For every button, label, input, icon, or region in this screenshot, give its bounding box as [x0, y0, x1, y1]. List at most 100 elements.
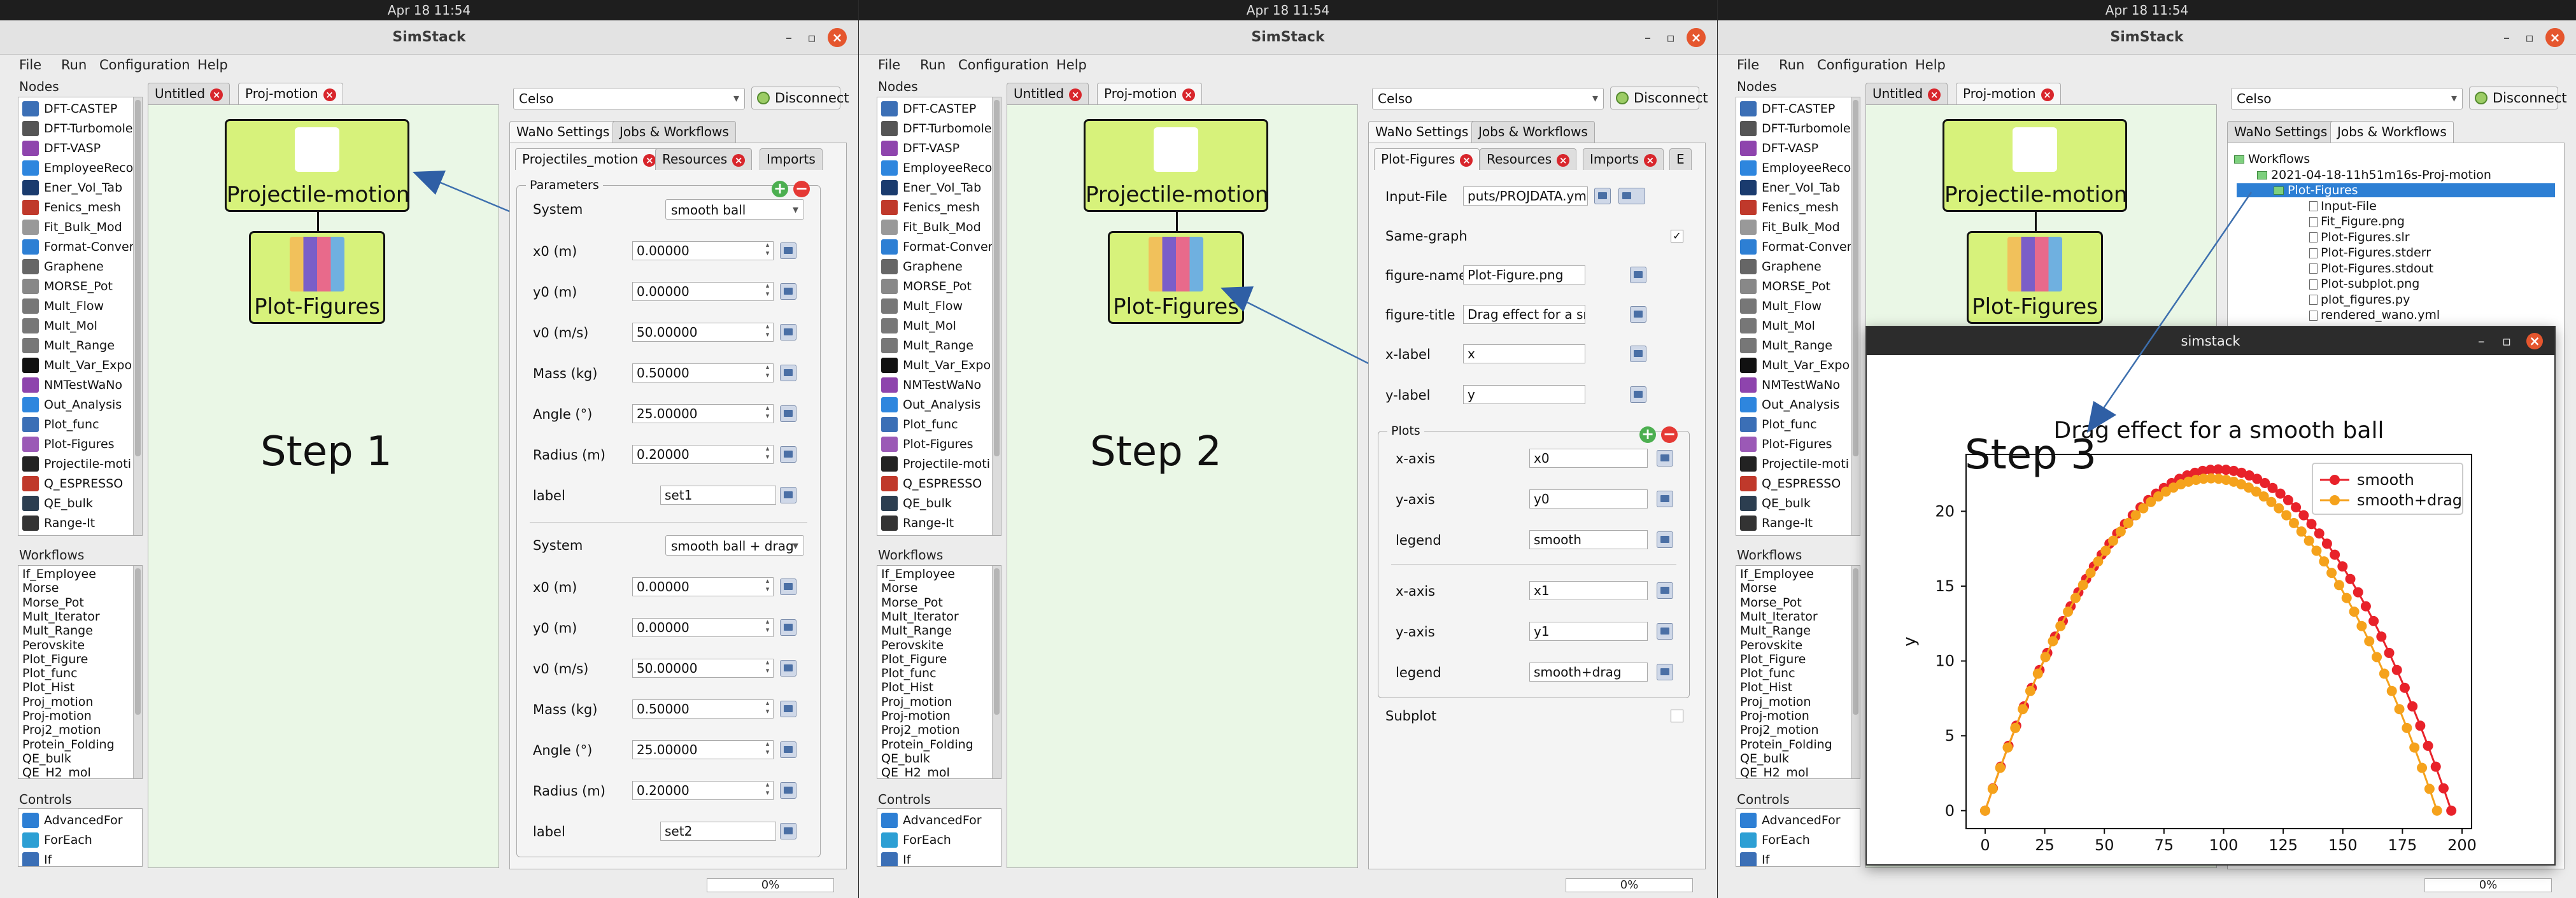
close-tab-icon[interactable]: ×	[1643, 153, 1657, 167]
import-icon[interactable]	[1657, 623, 1673, 640]
import-icon[interactable]	[780, 242, 796, 259]
disconnect-button[interactable]: Disconnect	[751, 87, 849, 109]
import-icon[interactable]	[1657, 531, 1673, 548]
figure-name-field[interactable]: Plot-Figure.png	[1463, 265, 1585, 284]
same-graph-checkbox[interactable]: ✓	[1671, 230, 1683, 242]
x0-label: x0 (m)	[533, 580, 577, 595]
tab-plot-figures[interactable]: Plot-Figures ×	[1374, 148, 1480, 170]
server-combo[interactable]: Celso	[513, 88, 745, 109]
add-icon[interactable]: +	[1639, 426, 1656, 443]
import-icon[interactable]	[780, 324, 796, 340]
legend-field[interactable]: smooth+drag	[1529, 663, 1648, 682]
v0-field[interactable]: 50.00000	[632, 659, 774, 678]
file-picker-icon[interactable]	[1618, 188, 1645, 204]
x-axis-field[interactable]: x0	[1529, 449, 1648, 468]
import-icon[interactable]	[780, 405, 796, 422]
browse-icon[interactable]	[1594, 188, 1611, 204]
tab-resources[interactable]: Resources ×	[655, 148, 753, 170]
import-icon[interactable]	[1630, 267, 1646, 283]
legend-field[interactable]: smooth	[1529, 530, 1648, 549]
mass-label: Mass (kg)	[533, 366, 598, 381]
remove-icon[interactable]: −	[1661, 426, 1678, 443]
tab-wano-settings[interactable]: WaNo Settings	[1368, 121, 1476, 143]
import-icon[interactable]	[1657, 664, 1673, 680]
import-icon[interactable]	[780, 741, 796, 758]
close-tab-icon[interactable]: ×	[1557, 153, 1570, 167]
close-tab-icon[interactable]: ×	[1460, 153, 1473, 167]
figure-title-field[interactable]: Drag effect for a smo	[1463, 305, 1585, 324]
close-tab-icon[interactable]: ×	[732, 153, 746, 167]
radius-field[interactable]: 0.20000	[632, 445, 774, 464]
tab-imports[interactable]: Imports	[760, 148, 823, 170]
import-icon[interactable]	[780, 619, 796, 636]
import-icon[interactable]	[1657, 582, 1673, 599]
tab-e[interactable]: E	[1669, 148, 1692, 170]
remove-icon[interactable]: −	[793, 181, 810, 197]
import-icon[interactable]	[780, 446, 796, 463]
x-label-label: x-label	[1385, 347, 1431, 362]
x-label-field[interactable]: x	[1463, 344, 1585, 363]
angle-label: Angle (°)	[533, 743, 593, 758]
tab-imports[interactable]: Imports ×	[1583, 148, 1664, 170]
label-field[interactable]: set2	[660, 822, 776, 841]
x0-field[interactable]: 0.00000	[632, 577, 774, 596]
angle-field[interactable]: 25.00000	[632, 740, 774, 759]
progress-status: 0%	[707, 878, 834, 892]
input-file-field[interactable]: puts/PROJDATA.yml	[1463, 186, 1588, 206]
import-icon[interactable]	[780, 487, 796, 503]
subplot-checkbox[interactable]	[1671, 710, 1683, 722]
import-icon[interactable]	[1630, 306, 1646, 323]
system-combo[interactable]: smooth ball + drag	[665, 535, 804, 556]
import-icon[interactable]	[780, 579, 796, 595]
import-icon[interactable]	[780, 782, 796, 799]
import-icon[interactable]	[1657, 450, 1673, 467]
angle-field[interactable]: 25.00000	[632, 404, 774, 423]
parameters-title: Parameters	[526, 178, 603, 192]
y0-field[interactable]: 0.00000	[632, 618, 774, 637]
y0-field[interactable]: 0.00000	[632, 282, 774, 301]
disconnect-button[interactable]: Disconnect	[1610, 87, 1708, 109]
import-icon[interactable]	[1657, 491, 1673, 507]
tab-resources[interactable]: Resources ×	[1480, 148, 1577, 170]
x-axis-field[interactable]: x1	[1529, 581, 1648, 600]
y0-label: y0 (m)	[533, 284, 577, 300]
y-axis-label: y-axis	[1396, 624, 1435, 640]
import-icon[interactable]	[780, 660, 796, 677]
y-label-field[interactable]: y	[1463, 385, 1585, 404]
tab-wano-settings[interactable]: WaNo Settings	[509, 121, 617, 143]
system-label: System	[533, 538, 583, 553]
same-graph-label: Same-graph	[1385, 228, 1468, 244]
close-tab-icon[interactable]: ×	[643, 153, 656, 167]
import-icon[interactable]	[780, 823, 796, 839]
block-separator	[530, 522, 807, 523]
tab-projectiles-motion[interactable]: Projectiles_motion ×	[515, 148, 663, 170]
radius-field[interactable]: 0.20000	[632, 781, 774, 800]
y-axis-field[interactable]: y0	[1529, 489, 1648, 509]
server-combo[interactable]: Celso	[1372, 88, 1604, 109]
mass-field[interactable]: 0.50000	[632, 699, 774, 719]
v0-label: v0 (m/s)	[533, 661, 589, 677]
import-icon[interactable]	[1630, 346, 1646, 362]
tab-jobs-workflows[interactable]: Jobs & Workflows	[1471, 121, 1595, 143]
import-icon[interactable]	[780, 365, 796, 381]
progress-status: 0%	[1566, 878, 1693, 892]
radius-label: Radius (m)	[533, 447, 605, 463]
system-combo[interactable]: smooth ball	[665, 199, 804, 220]
import-icon[interactable]	[780, 283, 796, 300]
import-icon[interactable]	[780, 701, 796, 717]
screen-step2: Apr 18 11:54 SimStack – ▫ × File Run Con…	[859, 0, 1717, 898]
v0-field[interactable]: 50.00000	[632, 323, 774, 342]
figure-title-label: figure-title	[1385, 307, 1455, 323]
y-axis-field[interactable]: y1	[1529, 622, 1648, 641]
import-icon[interactable]	[1630, 386, 1646, 403]
system-label: System	[533, 202, 583, 217]
tab-jobs-workflows[interactable]: Jobs & Workflows	[612, 121, 736, 143]
mass-field[interactable]: 0.50000	[632, 363, 774, 382]
subplot-label: Subplot	[1385, 708, 1437, 724]
annotation-arrow	[2087, 192, 2253, 433]
label-field[interactable]: set1	[660, 486, 776, 505]
add-icon[interactable]: +	[772, 181, 788, 197]
screen-step3: Apr 18 11:54 SimStack – ▫ × File Run Con…	[1718, 0, 2576, 898]
v0-label: v0 (m/s)	[533, 325, 589, 340]
x0-field[interactable]: 0.00000	[632, 241, 774, 260]
